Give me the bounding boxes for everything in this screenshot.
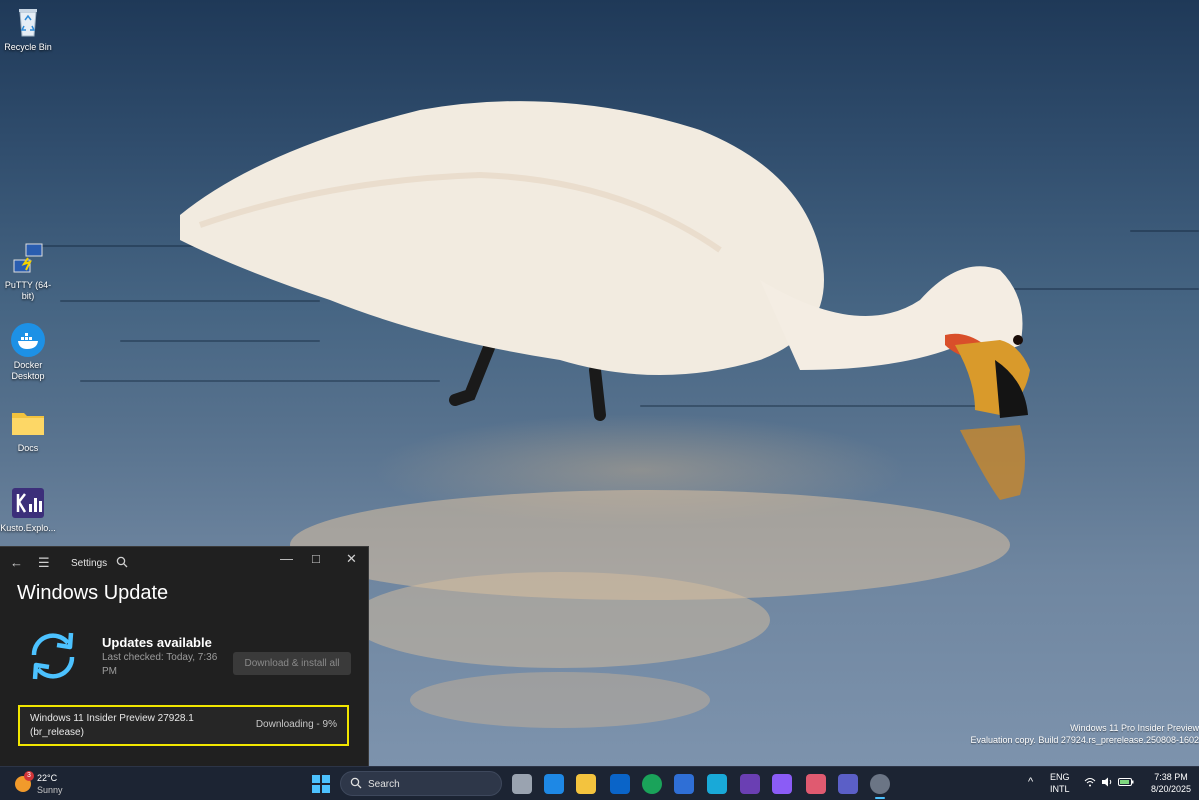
desktop-icon-label: Recycle Bin bbox=[4, 42, 52, 52]
settings-titlebar: ← ☰ Settings — □ ✕ bbox=[0, 547, 368, 581]
remote-desktop-icon[interactable] bbox=[674, 774, 694, 794]
chevron-up-icon[interactable]: ^ bbox=[1028, 776, 1033, 788]
update-item-status: Downloading - 9% bbox=[255, 719, 337, 730]
settings-window: ← ☰ Settings — □ ✕ Windows Update Update… bbox=[0, 546, 369, 766]
evaluation-watermark: Windows 11 Pro Insider Preview Evaluatio… bbox=[959, 722, 1199, 746]
hamburger-menu-icon[interactable]: ☰ bbox=[38, 555, 50, 571]
desktop-icon-recycle-bin[interactable]: Recycle Bin bbox=[0, 4, 56, 53]
desktop-icon-docker[interactable]: Docker Desktop bbox=[0, 322, 56, 382]
folder-icon bbox=[10, 405, 46, 441]
back-arrow-icon[interactable]: ← bbox=[10, 555, 23, 571]
visual-studio-icon[interactable] bbox=[772, 774, 792, 794]
notification-badge: 3 bbox=[24, 771, 34, 781]
weather-condition: Sunny bbox=[37, 785, 63, 795]
weather-temperature: 22°C bbox=[37, 773, 58, 783]
download-install-all-button[interactable]: Download & install all bbox=[233, 652, 351, 675]
task-view-icon[interactable] bbox=[512, 774, 532, 794]
keyboard-layout: INTL bbox=[1050, 784, 1070, 794]
sync-icon bbox=[24, 627, 82, 685]
desktop-icon-label: PuTTY (64-bit) bbox=[4, 280, 52, 301]
teams-icon[interactable] bbox=[838, 774, 858, 794]
close-button[interactable]: ✕ bbox=[346, 551, 357, 567]
clock[interactable]: 7:38 PM 8/20/2025 bbox=[1146, 771, 1196, 795]
watermark-line-2: Evaluation copy. Build 27924.rs_prerelea… bbox=[970, 735, 1199, 745]
clock-time: 7:38 PM bbox=[1154, 772, 1188, 782]
taskbar-search-box[interactable]: Search bbox=[340, 771, 502, 796]
taskbar: 3 22°C Sunny Search ^ ENG INTL 7:38 PM 8… bbox=[0, 766, 1199, 800]
kusto-explorer-icon bbox=[10, 485, 46, 521]
update-item-name: Windows 11 Insider Preview 27928.1 (br_r… bbox=[30, 713, 194, 738]
outlook-new-icon[interactable] bbox=[544, 774, 564, 794]
file-explorer-icon[interactable] bbox=[576, 774, 596, 794]
desktop-icon-kusto-explorer[interactable]: Kusto.Explo... bbox=[0, 485, 56, 534]
terminal-icon[interactable] bbox=[740, 774, 760, 794]
edge-icon[interactable] bbox=[642, 774, 662, 794]
language-code: ENG bbox=[1050, 772, 1070, 782]
search-placeholder: Search bbox=[368, 779, 400, 790]
desktop-icon-label: Docs bbox=[17, 443, 39, 453]
clock-date: 8/20/2025 bbox=[1150, 784, 1192, 794]
maximize-button[interactable]: □ bbox=[312, 551, 320, 567]
search-icon[interactable] bbox=[116, 556, 128, 572]
desktop-icon-label: Kusto.Explo... bbox=[0, 523, 56, 533]
recycle-bin-icon bbox=[10, 4, 46, 40]
desktop-icon-label: Docker Desktop bbox=[11, 360, 45, 381]
snipping-tool-icon[interactable] bbox=[806, 774, 826, 794]
language-indicator[interactable]: ENG INTL bbox=[1050, 771, 1070, 795]
docker-icon bbox=[10, 322, 46, 358]
start-button[interactable] bbox=[312, 775, 330, 793]
minimize-button[interactable]: — bbox=[280, 551, 293, 567]
desktop-icon-docs[interactable]: Docs bbox=[0, 405, 56, 454]
page-title: Windows Update bbox=[17, 582, 169, 604]
update-status-title: Updates available bbox=[102, 635, 212, 650]
settings-icon[interactable] bbox=[870, 774, 890, 799]
last-checked-text: Last checked: Today, 7:36 PM bbox=[102, 652, 218, 677]
battery-icon[interactable] bbox=[1118, 777, 1134, 790]
outlook-icon[interactable] bbox=[610, 774, 630, 794]
volume-icon[interactable] bbox=[1101, 777, 1113, 790]
putty-icon bbox=[10, 242, 46, 278]
update-item-row[interactable]: Windows 11 Insider Preview 27928.1 (br_r… bbox=[18, 705, 349, 746]
settings-app-title: Settings bbox=[71, 558, 108, 569]
search-icon bbox=[350, 777, 362, 789]
store-icon[interactable] bbox=[707, 774, 727, 794]
desktop-icon-putty[interactable]: PuTTY (64-bit) bbox=[0, 242, 56, 302]
wifi-icon[interactable] bbox=[1084, 777, 1096, 790]
watermark-line-1: Windows 11 Pro Insider Preview bbox=[1070, 723, 1199, 733]
